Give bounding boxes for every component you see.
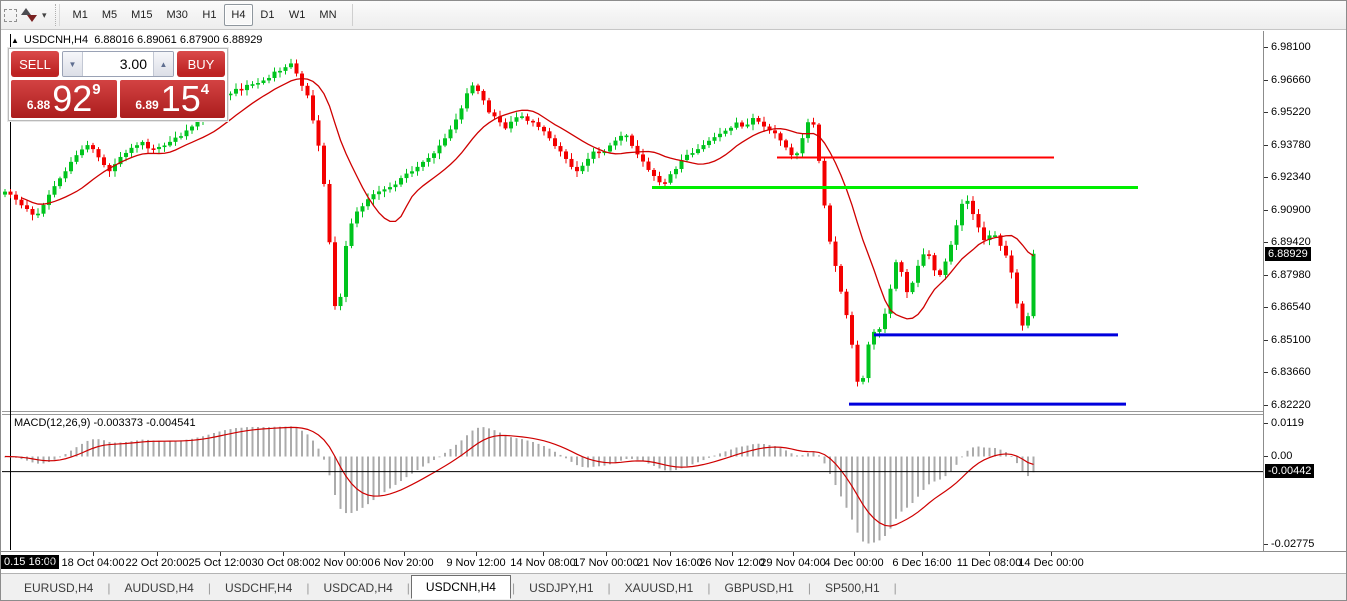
tab-separator: | [893,581,898,595]
time-axis-tick [543,552,544,556]
time-axis-label: 29 Nov 04:00 [760,557,825,569]
time-axis-label: 11 Dec 08:00 [957,557,1022,569]
buy-price-panel[interactable]: 6.89 15 4 [120,80,226,118]
time-axis-label: 4 Dec 00:00 [824,557,883,569]
time-axis-label: 14 Nov 08:00 [510,557,575,569]
time-axis-tick [283,552,284,556]
time-axis-tick [157,552,158,556]
macd-axis-label: -0.02775 [1271,538,1314,550]
price-axis-label: 6.96660 [1271,74,1311,86]
current-price-badge: 6.88929 [1265,247,1311,261]
time-axis-tick [344,552,345,556]
buy-price-prefix: 6.89 [135,96,158,115]
price-axis-label: 6.93780 [1271,139,1311,151]
price-axis-label: 6.92340 [1271,171,1311,183]
tab-usdjpyh1[interactable]: USDJPY,H1 [516,577,606,599]
sell-price-panel[interactable]: 6.88 92 9 [11,80,117,118]
macd-axis-tick [1264,423,1268,424]
volume-input[interactable]: 3.00 [83,52,153,76]
macd-indicator-label: MACD(12,26,9) -0.003373 -0.004541 [14,417,196,429]
price-axis-label: 6.82220 [1271,399,1311,411]
tab-usdchfh4[interactable]: USDCHF,H4 [212,577,305,599]
time-axis-label: 14 Dec 00:00 [1018,557,1083,569]
mt4-window: ▾ M1M5M15M30H1H4D1W1MN ▲USDCNH,H4 6.8801… [0,0,1347,601]
time-axis-label: 30 Oct 08:00 [252,557,315,569]
volume-decrease-button[interactable]: ▼ [63,52,83,76]
time-axis-tick [404,552,405,556]
time-axis-tick [793,552,794,556]
price-axis[interactable]: 6.98100 6.96660 6.95220 6.93780 6.92340 6.909… [1263,31,1347,551]
time-axis-tick [922,552,923,556]
tab-xauusdh1[interactable]: XAUUSD,H1 [612,577,707,599]
macd-axis-tick [1264,544,1268,545]
chart-header: ▲ USDCNH,H4 6.88016 6.89061 6.87900 6.889… [11,34,262,46]
chart-marker-icon: ▲ [11,36,19,45]
time-axis-tick [670,552,671,556]
time-axis[interactable]: 18 Oct 04:0022 Oct 20:0025 Oct 12:0030 O… [1,551,1347,573]
price-axis-tick [1264,340,1268,341]
time-axis-label: 21 Nov 16:00 [637,557,702,569]
price-axis-tick [1264,112,1268,113]
time-axis-label: 9 Nov 12:00 [446,557,505,569]
time-axis-label: 6 Nov 20:00 [374,557,433,569]
macd-level-badge: -0.00442 [1265,464,1314,478]
tab-gbpusdh1[interactable]: GBPUSD,H1 [711,577,806,599]
volume-increase-button[interactable]: ▲ [153,52,173,76]
price-axis-label: 6.83660 [1271,366,1311,378]
price-axis-label: 6.85100 [1271,334,1311,346]
price-axis-tick [1264,372,1268,373]
price-axis-tick [1264,307,1268,308]
price-axis-tick [1264,405,1268,406]
price-axis-label: 6.86540 [1271,301,1311,313]
price-axis-tick [1264,242,1268,243]
time-axis-label: 2 Nov 00:00 [314,557,373,569]
time-axis-tick [606,552,607,556]
chart-ohlc-text: USDCNH,H4 6.88016 6.89061 6.87900 6.8892… [24,34,263,46]
time-axis-tick [989,552,990,556]
macd-axis-tick [1264,456,1268,457]
tab-usdcnhh4[interactable]: USDCNH,H4 [411,575,511,599]
time-axis-label: 6 Dec 16:00 [892,557,951,569]
sell-price-prefix: 6.88 [27,96,50,115]
one-click-trading-widget: SELL ▼ 3.00 ▲ BUY 6.88 92 9 6.89 15 4 [8,48,228,121]
price-axis-tick [1264,47,1268,48]
volume-stepper: ▼ 3.00 ▲ [62,51,174,77]
price-axis-label: 6.90900 [1271,204,1311,216]
time-axis-tick [732,552,733,556]
time-axis-tick [1051,552,1052,556]
time-axis-label: 18 Oct 04:00 [62,557,125,569]
time-axis-tick [476,552,477,556]
time-axis-tick [854,552,855,556]
price-axis-tick [1264,145,1268,146]
price-axis-tick [1264,177,1268,178]
buy-price-pip: 4 [201,81,209,98]
sell-price-big: 92 [52,83,92,115]
sell-button[interactable]: SELL [11,51,59,77]
price-axis-label: 6.87980 [1271,269,1311,281]
time-axis-tick [93,552,94,556]
tab-sp500h1[interactable]: SP500,H1 [812,577,893,599]
buy-button[interactable]: BUY [177,51,225,77]
tab-audusdh4[interactable]: AUDUSD,H4 [111,577,206,599]
time-axis-label: 26 Nov 12:00 [699,557,764,569]
time-axis-label: 22 Oct 20:00 [126,557,189,569]
time-axis-label: 25 Oct 12:00 [189,557,252,569]
buy-price-big: 15 [161,83,201,115]
price-axis-label: 6.98100 [1271,41,1311,53]
tab-usdcadh4[interactable]: USDCAD,H4 [310,577,405,599]
price-axis-tick [1264,210,1268,211]
price-axis-tick [1264,275,1268,276]
macd-axis-label: 0.00 [1271,450,1292,462]
macd-axis-label: 0.0119 [1271,417,1304,429]
time-axis-label-partial: 8 [48,557,54,569]
price-axis-label: 6.95220 [1271,106,1311,118]
price-axis-tick [1264,80,1268,81]
time-axis-tick [220,552,221,556]
time-axis-label: 17 Nov 00:00 [573,557,638,569]
chart-tab-bar: EURUSD,H4|AUDUSD,H4|USDCHF,H4|USDCAD,H4|… [1,573,1347,601]
sell-price-pip: 9 [92,81,100,98]
tab-eurusdh4[interactable]: EURUSD,H4 [11,577,106,599]
chart-area: ▲ USDCNH,H4 6.88016 6.89061 6.87900 6.889… [1,1,1346,600]
